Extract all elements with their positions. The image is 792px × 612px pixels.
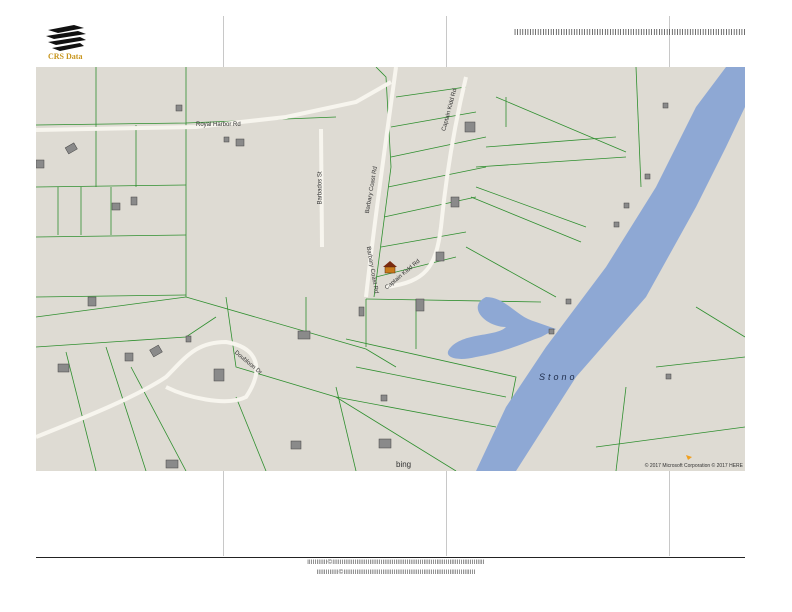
river [476,67,745,471]
roads [36,67,468,439]
water-label-stono: Stono [539,372,578,382]
creek [447,297,556,359]
parcel-map[interactable]: Royal Harbor Rd Barbados St Barbary Coas… [36,67,745,471]
house-marker-icon[interactable] [383,261,397,274]
footer-line-2: ǀǀǀǀǀǀǀǀǀǀǀǀ©ǀǀǀǀǀǀǀǀǀǀǀǀǀǀǀǀǀǀǀǀǀǀǀǀǀǀǀ… [316,570,476,576]
bing-logo-icon [686,455,692,460]
road-label-royal-harbor: Royal Harbor Rd [196,122,241,128]
buildings [36,102,672,469]
footer-rule [36,557,745,558]
road-label-barbados: Barbados St [317,171,324,205]
header-text: ǀǀǀǀǀǀǀǀǀǀǀǀǀǀǀǀǀǀǀǀǀǀǀǀǀǀǀǀǀǀǀǀǀǀǀǀǀǀǀǀ… [513,28,746,37]
footer-line-1: ǀǀǀǀǀǀǀǀǀǀǀ©ǀǀǀǀǀǀǀǀǀǀǀǀǀǀǀǀǀǀǀǀǀǀǀǀǀǀǀǀ… [307,560,485,566]
brand-name: CRS Data [48,52,83,61]
map-attribution: © 2017 Microsoft Corporation © 2017 HERE [644,463,743,469]
bing-label: bing [396,460,412,469]
map-canvas [36,67,745,471]
